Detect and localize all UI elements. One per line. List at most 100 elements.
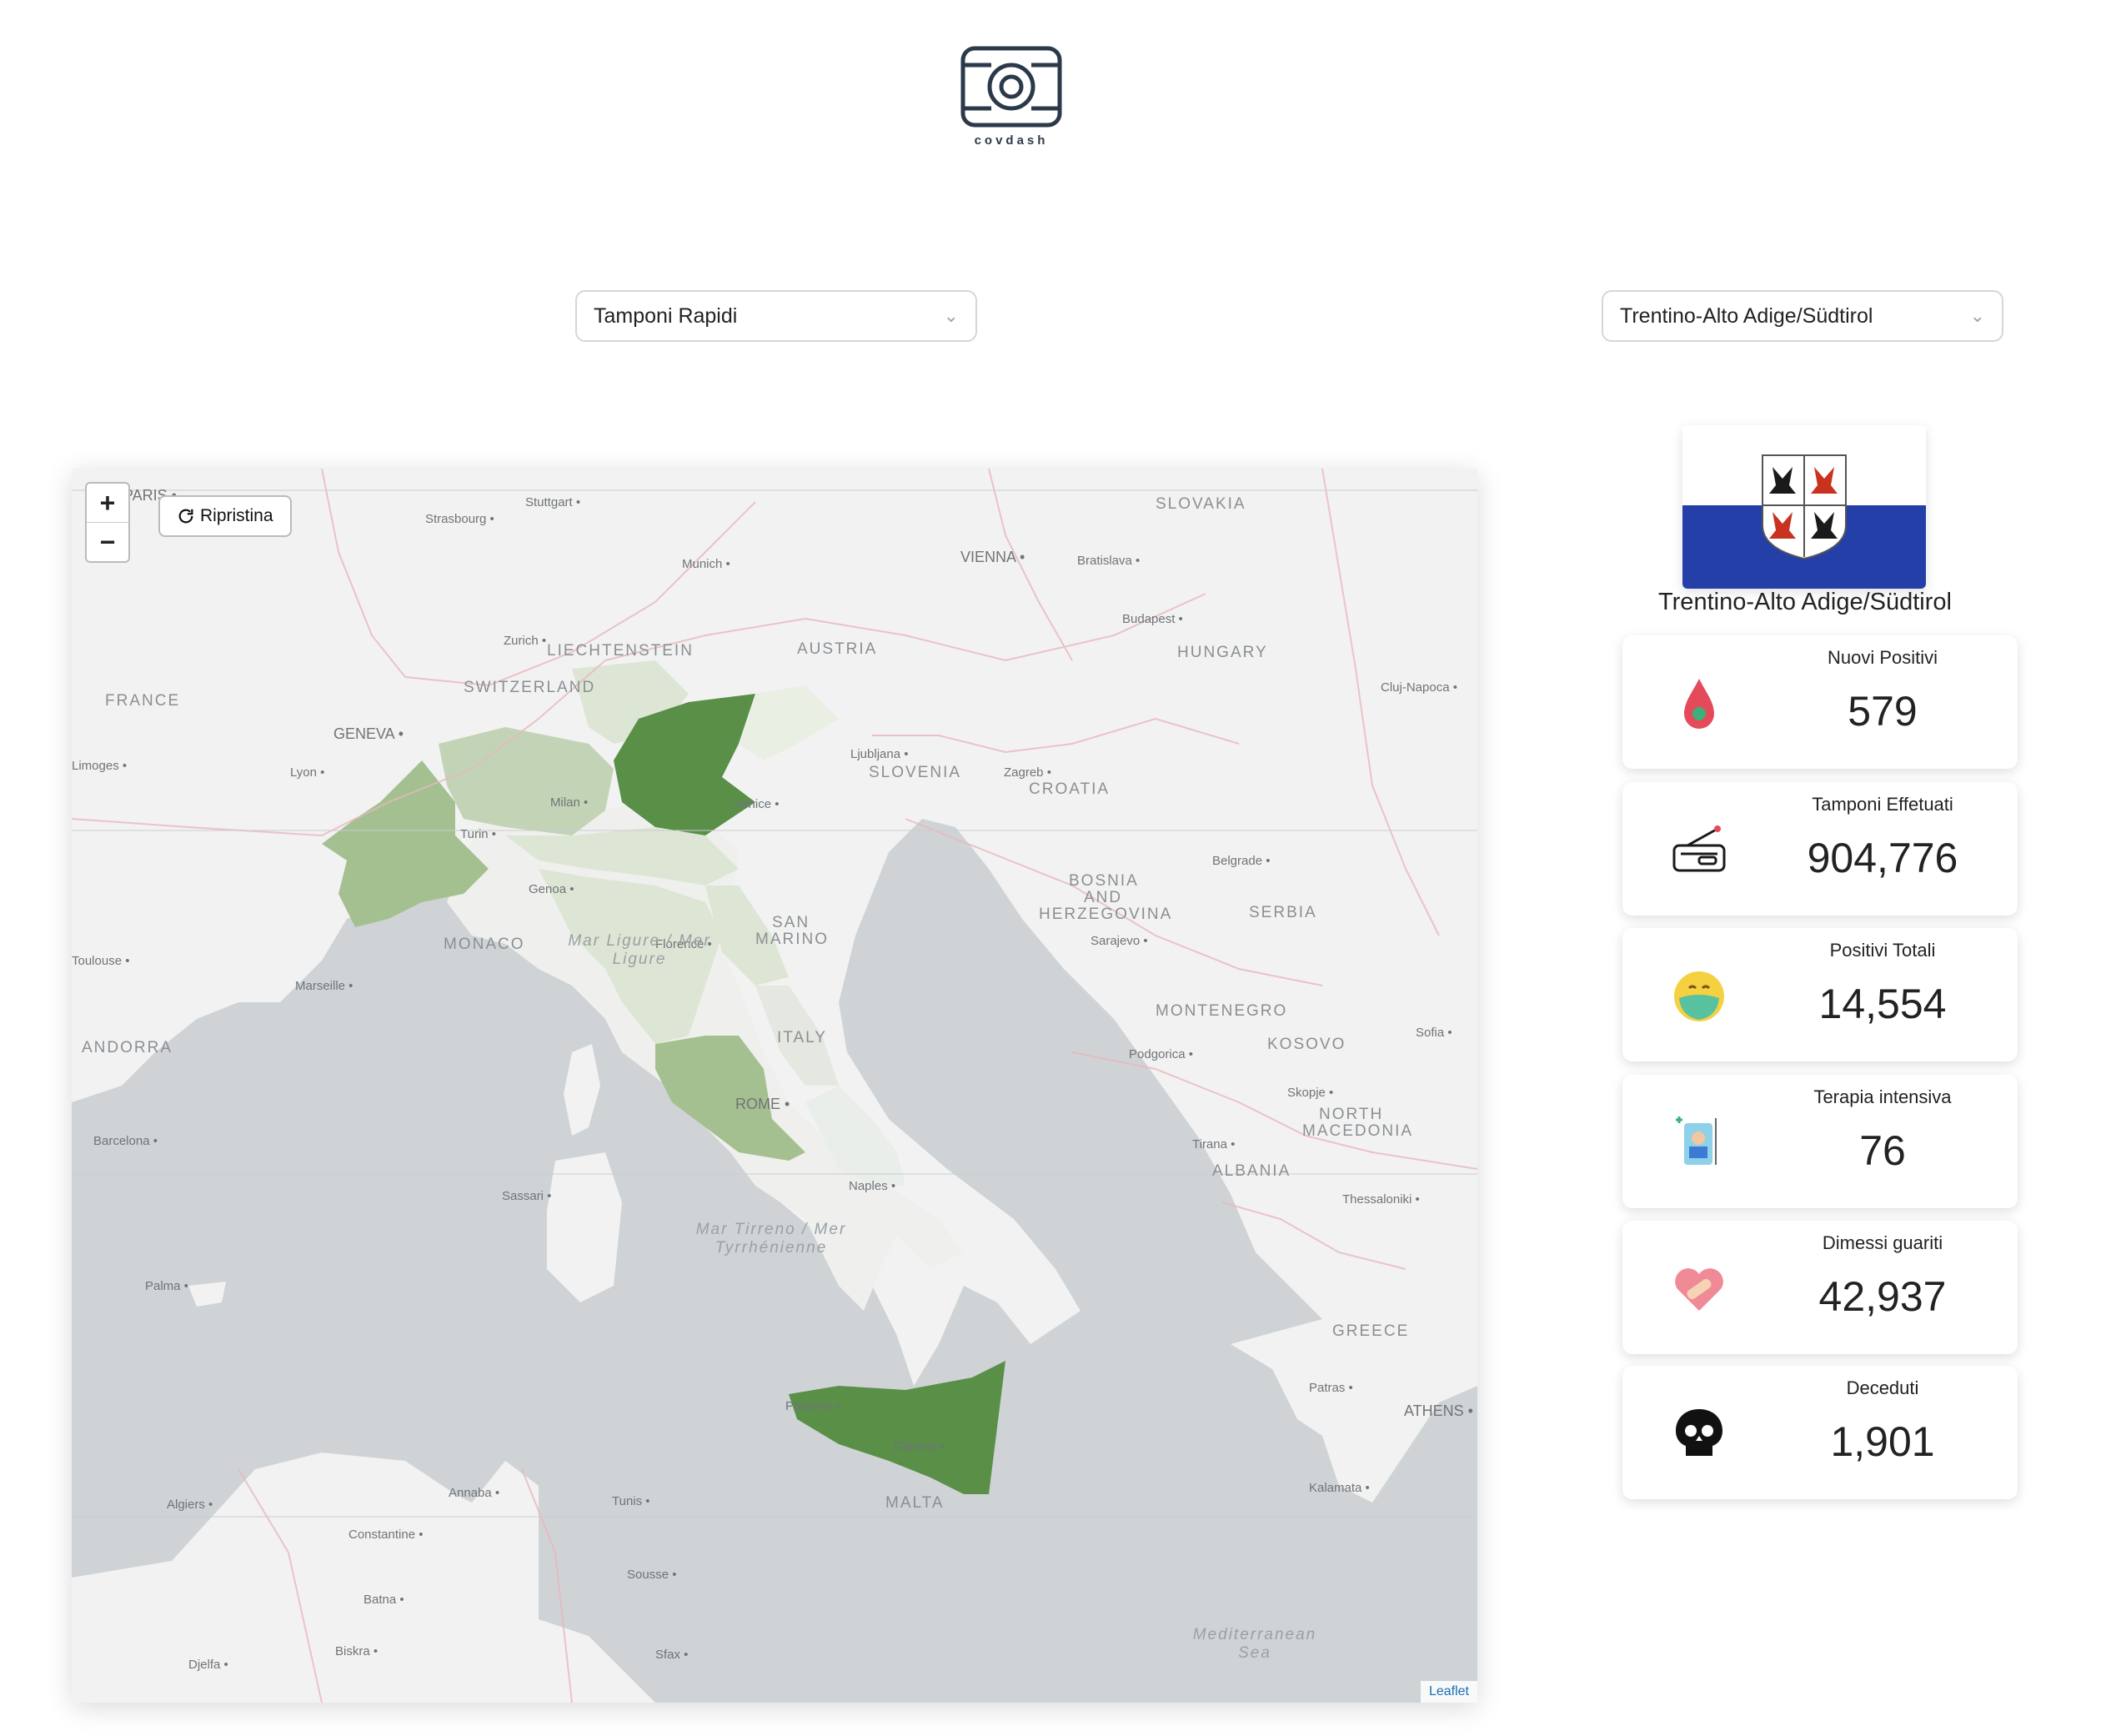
- city-label: Patras •: [1309, 1381, 1353, 1395]
- stat-value: 904,776: [1807, 835, 1958, 881]
- region-select-value: Trentino-Alto Adige/Südtirol: [1620, 304, 1873, 328]
- selected-region-name: Trentino-Alto Adige/Südtirol: [1658, 589, 1952, 615]
- city-label: Thessaloniki •: [1342, 1192, 1420, 1207]
- city-label: Toulouse •: [72, 954, 130, 968]
- country-label: HUNGARY: [1177, 644, 1268, 661]
- country-label: KOSOVO: [1267, 1036, 1346, 1053]
- city-label: GENEVA •: [333, 725, 404, 742]
- country-label: MALTA: [885, 1494, 945, 1512]
- city-label: VIENNA •: [960, 549, 1025, 565]
- city-label: Sousse •: [627, 1568, 677, 1582]
- stat-label: Deceduti: [1846, 1377, 1919, 1398]
- city-label: Batna •: [364, 1593, 404, 1607]
- city-label: Tirana •: [1192, 1137, 1236, 1151]
- icu-icon: [1676, 1116, 1717, 1165]
- stat-card-nuovi-positivi: Nuovi Positivi 579: [1622, 635, 2018, 769]
- map-container[interactable]: FRANCE SWITZERLAND LIECHTENSTEIN AUSTRIA SLO…: [72, 469, 1477, 1703]
- city-label: Limoges •: [72, 759, 128, 773]
- country-label: HERZEGOVINA: [1039, 906, 1173, 923]
- country-label: NORTH: [1319, 1106, 1384, 1123]
- city-label: Belgrade •: [1212, 854, 1271, 868]
- sardinia: [547, 1152, 622, 1302]
- country-label: SERBIA: [1249, 904, 1317, 921]
- country-label: MARINO: [755, 931, 829, 948]
- city-label: Sassari •: [502, 1189, 552, 1203]
- sea-label: Mar Tirreno / Mer Tyrrhénienne: [695, 1221, 847, 1257]
- country-label: LIECHTENSTEIN: [547, 642, 694, 660]
- country-label: ANDORRA: [82, 1039, 173, 1056]
- stat-label: Tamponi Effetuati: [1812, 794, 1953, 815]
- brand-name: covdash: [974, 133, 1049, 148]
- stat-label: Nuovi Positivi: [1827, 647, 1938, 668]
- city-label: Constantine •: [348, 1528, 424, 1542]
- city-label: Djelfa •: [188, 1658, 228, 1672]
- city-label: Genoa •: [529, 882, 574, 896]
- stat-card-dimessi-guariti: Dimessi guariti 42,937: [1622, 1221, 2018, 1354]
- country-label: AUSTRIA: [797, 640, 878, 658]
- city-label: Zurich •: [504, 634, 547, 648]
- test-kit-icon: [1672, 825, 1726, 872]
- country-label: MACEDONIA: [1302, 1122, 1414, 1140]
- country-label: SAN: [772, 914, 810, 931]
- healed-heart-icon: [1675, 1268, 1723, 1311]
- blood-drop-icon: [1684, 679, 1714, 729]
- city-label: Cluj-Napoca •: [1381, 680, 1457, 695]
- city-label: Skopje •: [1287, 1086, 1334, 1100]
- country-label: SLOVENIA: [869, 764, 962, 781]
- skull-icon: [1676, 1409, 1722, 1456]
- stat-card-deceduti: Deceduti 1,901: [1622, 1366, 2018, 1499]
- city-label: Strasbourg •: [425, 512, 494, 526]
- city-label: ATHENS •: [1404, 1402, 1473, 1419]
- city-label: Bratislava •: [1077, 554, 1141, 568]
- country-label: SLOVAKIA: [1156, 495, 1246, 513]
- country-label: AND: [1084, 889, 1123, 906]
- city-label: Barcelona •: [93, 1134, 158, 1148]
- city-label: Kalamata •: [1309, 1481, 1370, 1495]
- reset-map-button[interactable]: Ripristina: [158, 495, 292, 537]
- chevron-down-icon: ⌄: [1969, 305, 1985, 326]
- stat-value: 14,554: [1818, 981, 1947, 1027]
- sea-label: Mar Ligure / Mer Ligure: [568, 932, 711, 968]
- chevron-down-icon: ⌄: [943, 305, 959, 326]
- region-flag: [1682, 425, 1926, 589]
- country-label: GREECE: [1332, 1322, 1410, 1340]
- sea-label: Mediterranean Sea: [1192, 1626, 1317, 1662]
- city-label: Sfax •: [655, 1648, 689, 1662]
- city-label: ROME •: [735, 1096, 790, 1112]
- city-label: Zagreb •: [1004, 765, 1051, 780]
- stat-label: Positivi Totali: [1829, 940, 1936, 961]
- city-label: Palermo •: [785, 1399, 840, 1413]
- city-label: Budapest •: [1122, 612, 1183, 626]
- metric-select[interactable]: Tamponi Rapidi ⌄: [575, 290, 977, 342]
- trentino-coat-of-arms-flag-icon: [1682, 425, 1926, 589]
- city-label: Algiers •: [167, 1498, 213, 1512]
- metric-select-value: Tamponi Rapidi: [594, 304, 738, 328]
- country-label: ITALY: [777, 1029, 827, 1046]
- zoom-in-button[interactable]: +: [87, 484, 128, 522]
- city-label: Podgorica •: [1129, 1047, 1193, 1061]
- region-select[interactable]: Trentino-Alto Adige/Südtirol ⌄: [1602, 290, 2003, 342]
- city-label: Annaba •: [449, 1486, 500, 1500]
- city-label: Biskra •: [335, 1644, 379, 1658]
- country-label: MONTENEGRO: [1156, 1002, 1288, 1020]
- reset-label: Ripristina: [200, 506, 273, 525]
- stat-label: Dimessi guariti: [1822, 1232, 1943, 1253]
- city-label: Sarajevo •: [1091, 934, 1148, 948]
- brand-logo[interactable]: covdash: [957, 43, 1066, 168]
- city-label: Tunis •: [612, 1494, 650, 1508]
- country-label: SWITZERLAND: [464, 679, 596, 696]
- masked-face-icon: [1674, 971, 1724, 1021]
- city-label: Venice •: [734, 797, 780, 811]
- city-label: Palma •: [145, 1279, 188, 1293]
- stat-card-tamponi-effetuati: Tamponi Effetuati 904,776: [1622, 782, 2018, 916]
- leaflet-attribution[interactable]: Leaflet: [1420, 1681, 1477, 1703]
- zoom-out-button[interactable]: −: [87, 522, 128, 561]
- city-label: Munich •: [682, 557, 730, 571]
- stat-value: 579: [1848, 688, 1918, 735]
- stat-value: 76: [1859, 1127, 1906, 1174]
- stat-value: 1,901: [1830, 1418, 1935, 1465]
- country-label: MONACO: [444, 936, 525, 953]
- stat-card-positivi-totali: Positivi Totali 14,554: [1622, 928, 2018, 1061]
- city-label: Stuttgart •: [525, 495, 581, 509]
- country-label: FRANCE: [105, 692, 181, 710]
